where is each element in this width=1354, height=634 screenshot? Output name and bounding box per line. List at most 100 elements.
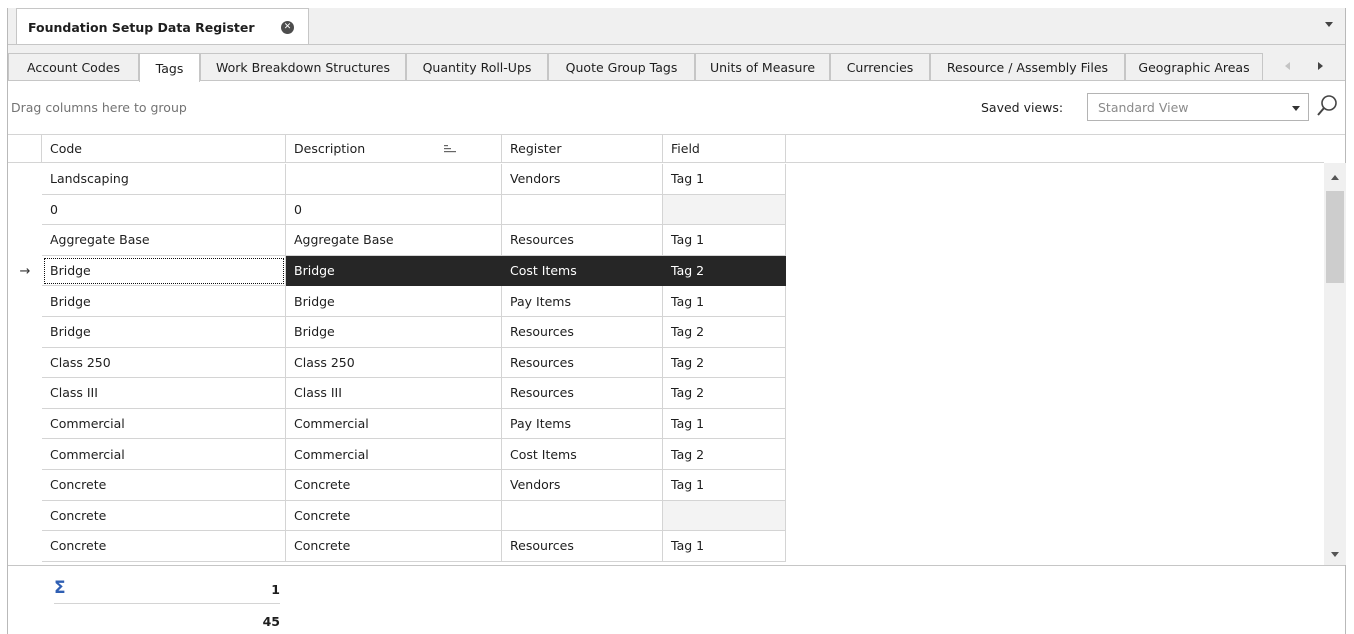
cell-code[interactable]: Class III (42, 378, 286, 409)
column-header-code[interactable]: Code (42, 135, 286, 163)
cell-register[interactable] (502, 194, 663, 226)
table-row[interactable]: Class 250 Class 250 Resources Tag 2 (8, 347, 786, 379)
cell-code[interactable]: Concrete (42, 470, 286, 501)
cell-register[interactable]: Cost Items (502, 255, 663, 287)
row-indicator[interactable] (8, 195, 42, 226)
cell-code[interactable]: Commercial (42, 408, 286, 440)
cell-code[interactable]: Bridge (42, 286, 286, 317)
table-row[interactable]: Class III Class III Resources Tag 2 (8, 378, 786, 409)
table-row[interactable]: Concrete Concrete Vendors Tag 1 (8, 470, 786, 501)
column-header-field[interactable]: Field (663, 135, 786, 163)
cell-field[interactable]: Tag 1 (663, 225, 786, 256)
row-indicator[interactable] (8, 317, 42, 348)
cell-description[interactable]: 0 (286, 194, 502, 226)
tab-quantity-roll-ups[interactable]: Quantity Roll-Ups (406, 53, 548, 81)
row-indicator[interactable] (8, 164, 42, 195)
cell-field[interactable] (663, 500, 786, 532)
cell-register[interactable]: Vendors (502, 164, 663, 195)
cell-code[interactable]: 0 (42, 194, 286, 226)
scrollbar-thumb[interactable] (1326, 191, 1344, 283)
cell-register[interactable]: Resources (502, 531, 663, 562)
cell-code[interactable]: Aggregate Base (42, 225, 286, 256)
table-row[interactable]: Commercial Commercial Pay Items Tag 1 (8, 408, 786, 440)
tab-resource-assembly-files[interactable]: Resource / Assembly Files (930, 53, 1125, 81)
row-indicator[interactable] (8, 348, 42, 379)
row-indicator[interactable] (8, 439, 42, 470)
cell-description[interactable]: Commercial (286, 408, 502, 440)
scroll-left-icon[interactable] (1285, 62, 1290, 70)
cell-register[interactable]: Vendors (502, 470, 663, 501)
row-indicator[interactable] (8, 531, 42, 562)
cell-description[interactable]: Class III (286, 378, 502, 409)
tab-tags[interactable]: Tags (139, 53, 200, 82)
table-row[interactable]: Concrete Concrete Resources Tag 1 (8, 531, 786, 562)
cell-description[interactable]: Concrete (286, 470, 502, 501)
cell-code[interactable]: Concrete (42, 531, 286, 562)
cell-description[interactable]: Bridge (286, 317, 502, 348)
cell-register[interactable]: Resources (502, 317, 663, 348)
tab-units-of-measure[interactable]: Units of Measure (695, 53, 830, 81)
column-header-description[interactable]: Description (286, 135, 502, 163)
saved-views-dropdown[interactable]: Standard View (1087, 93, 1309, 121)
vertical-scrollbar[interactable] (1324, 163, 1346, 565)
cell-field[interactable]: Tag 1 (663, 286, 786, 317)
chevron-down-icon[interactable] (1292, 106, 1300, 111)
tab-work-breakdown-structures[interactable]: Work Breakdown Structures (200, 53, 406, 81)
cell-field[interactable]: Tag 2 (663, 439, 786, 470)
scroll-down-icon[interactable] (1331, 552, 1339, 557)
close-icon[interactable]: ✕ (281, 21, 294, 34)
cell-code[interactable]: Commercial (42, 439, 286, 470)
row-indicator[interactable] (8, 470, 42, 501)
table-row[interactable]: 00 (8, 194, 786, 226)
cell-register[interactable]: Resources (502, 225, 663, 256)
search-icon[interactable] (1314, 92, 1340, 120)
cell-field[interactable]: Tag 1 (663, 164, 786, 195)
cell-field[interactable]: Tag 1 (663, 470, 786, 501)
cell-field[interactable]: Tag 1 (663, 531, 786, 562)
tab-geographic-areas[interactable]: Geographic Areas (1125, 53, 1263, 81)
table-row[interactable]: Concrete Concrete (8, 500, 786, 532)
chevron-down-icon[interactable] (1325, 22, 1333, 27)
row-indicator[interactable] (8, 378, 42, 409)
cell-field[interactable]: Tag 1 (663, 408, 786, 440)
cell-register[interactable]: Resources (502, 378, 663, 409)
table-row[interactable]: → Bridge Bridge Cost Items Tag 2 (8, 255, 786, 287)
cell-description[interactable]: Commercial (286, 439, 502, 470)
group-panel[interactable]: Drag columns here to group Saved views: … (8, 82, 1345, 135)
table-row[interactable]: Landscaping Vendors Tag 1 (8, 164, 786, 195)
column-header-register[interactable]: Register (502, 135, 663, 163)
cell-code[interactable]: Concrete (42, 500, 286, 532)
cell-description[interactable]: Aggregate Base (286, 225, 502, 256)
table-row[interactable]: Bridge Bridge Pay Items Tag 1 (8, 286, 786, 317)
row-indicator[interactable] (8, 286, 42, 317)
cell-description[interactable]: Bridge (286, 286, 502, 317)
tab-currencies[interactable]: Currencies (830, 53, 930, 81)
document-tab[interactable]: Foundation Setup Data Register ✕ (16, 8, 309, 45)
table-row[interactable]: Bridge Bridge Resources Tag 2 (8, 317, 786, 348)
cell-register[interactable] (502, 500, 663, 532)
scroll-right-icon[interactable] (1318, 62, 1323, 70)
cell-description[interactable]: Concrete (286, 500, 502, 532)
cell-code[interactable]: Landscaping (42, 164, 286, 195)
current-row-arrow-icon[interactable]: → (8, 256, 42, 287)
row-indicator[interactable] (8, 501, 42, 532)
cell-field[interactable]: Tag 2 (663, 317, 786, 348)
cell-code[interactable]: Bridge (42, 317, 286, 348)
table-row[interactable]: Commercial Commercial Cost Items Tag 2 (8, 439, 786, 470)
tab-account-codes[interactable]: Account Codes (8, 53, 139, 81)
cell-field[interactable]: Tag 2 (663, 378, 786, 409)
cell-code[interactable]: Bridge (42, 255, 286, 287)
cell-description[interactable] (286, 164, 502, 195)
cell-field[interactable]: Tag 2 (663, 347, 786, 379)
cell-code[interactable]: Class 250 (42, 347, 286, 379)
cell-description[interactable]: Bridge (286, 255, 502, 287)
scroll-up-icon[interactable] (1331, 175, 1339, 180)
cell-register[interactable]: Resources (502, 347, 663, 379)
cell-description[interactable]: Class 250 (286, 347, 502, 379)
row-indicator[interactable] (8, 225, 42, 256)
table-row[interactable]: Aggregate Base Aggregate Base Resources Tag… (8, 225, 786, 256)
cell-register[interactable]: Pay Items (502, 286, 663, 317)
cell-description[interactable]: Concrete (286, 531, 502, 562)
cell-register[interactable]: Cost Items (502, 439, 663, 470)
tab-quote-group-tags[interactable]: Quote Group Tags (548, 53, 695, 81)
